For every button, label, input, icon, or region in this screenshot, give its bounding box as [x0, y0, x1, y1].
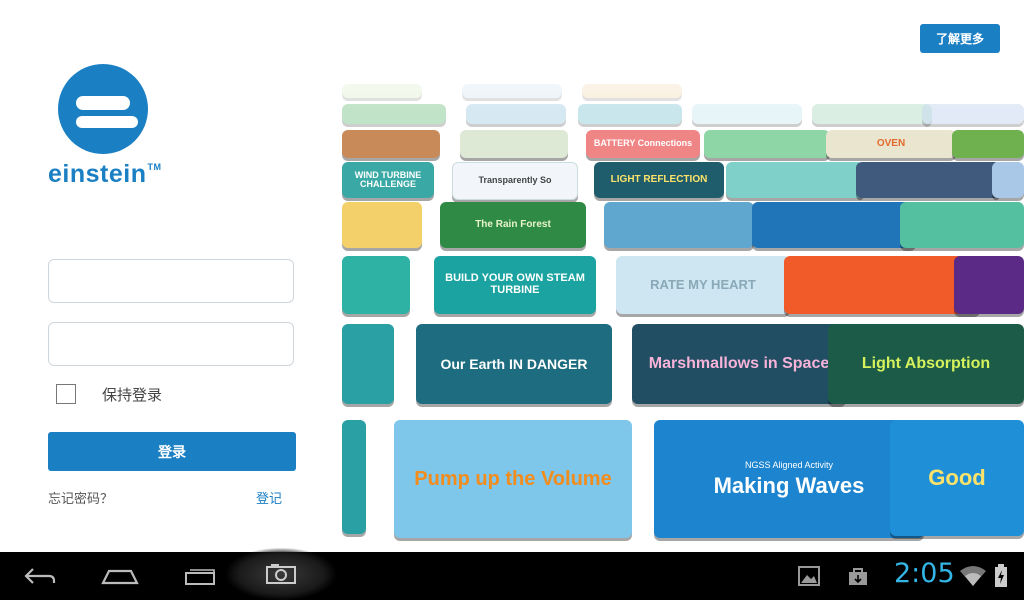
clock: 2:05 [894, 558, 955, 589]
tile-light-reflection[interactable]: LIGHT REFLECTION [594, 162, 724, 198]
remember-me-label: 保持登录 [102, 385, 163, 404]
remember-me-row[interactable]: 保持登录 [56, 382, 162, 406]
login-panel: einsteinTM 保持登录 登录 忘记密码？ 登记 [0, 0, 342, 552]
tile-light-absorption[interactable]: Light Absorption [828, 324, 1024, 404]
tile-rate-my-heart[interactable]: RATE MY HEART [616, 256, 790, 314]
trademark: TM [147, 162, 162, 172]
tile-battery-connections[interactable]: BATTERY Connections [586, 130, 700, 158]
username-field[interactable] [48, 259, 294, 303]
einstein-logo: einsteinTM [48, 64, 168, 194]
activity-wall: BATTERY Connections OVEN WIND TURBINE CH… [342, 0, 1024, 552]
back-icon[interactable] [20, 552, 60, 600]
recent-apps-icon[interactable] [180, 552, 220, 600]
bag-icon [845, 552, 871, 600]
register-link[interactable]: 登记 [256, 488, 282, 507]
wifi-icon [958, 552, 988, 600]
login-button[interactable]: 登录 [48, 432, 296, 471]
tile-rain-forest[interactable]: The Rain Forest [440, 202, 586, 248]
tile-good[interactable]: Good [890, 420, 1024, 536]
home-icon[interactable] [98, 552, 142, 600]
screenshot-icon[interactable] [226, 548, 336, 600]
tile-wind-turbine[interactable]: WIND TURBINE CHALLENGE [342, 162, 434, 198]
forgot-password-link[interactable]: 忘记密码？ [48, 488, 113, 507]
password-field[interactable] [48, 322, 294, 366]
tile-transparently[interactable]: Transparently So [452, 162, 578, 200]
battery-charging-icon [990, 552, 1012, 600]
tile-oven[interactable]: OVEN [826, 130, 956, 158]
tile-marshmallows[interactable]: Marshmallows in Space [632, 324, 846, 404]
tile-steam-turbine[interactable]: BUILD YOUR OWN STEAM TURBINE [434, 256, 596, 314]
tile-pump-up-volume[interactable]: Pump up the Volume [394, 420, 632, 538]
gallery-icon [796, 552, 822, 600]
tile-our-earth[interactable]: Our Earth IN DANGER [416, 324, 612, 404]
tile-making-waves[interactable]: NGSS Aligned Activity Making Waves [654, 420, 924, 538]
remember-me-checkbox[interactable] [56, 384, 76, 404]
learn-more-button[interactable]: 了解更多 [920, 24, 1000, 53]
brand-name: einstein [48, 160, 147, 188]
logo-mark [58, 64, 148, 154]
